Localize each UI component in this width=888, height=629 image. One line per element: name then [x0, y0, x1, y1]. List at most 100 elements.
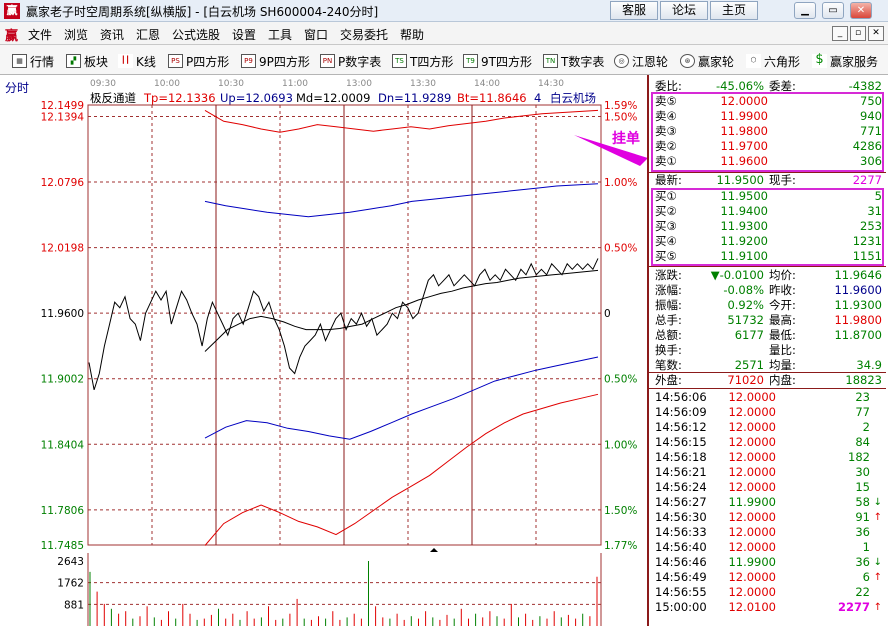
mdi-minimize-icon[interactable]: _ [832, 26, 848, 41]
tick-row: 14:56:24 12.0000 15 [655, 480, 870, 494]
price-tick-label: 11.9002 [41, 374, 84, 386]
tool-gann-wheel[interactable]: ◎ 江恩轮 [614, 52, 668, 70]
quote-panel: 委比: -45.06% 委差: -4382 卖⑤ 12.0000 750 卖④ 11.9… [647, 75, 888, 626]
tick-row: 14:56:49 12.0000 6 ↑ [655, 570, 882, 584]
time-label: 13:30 [410, 79, 436, 89]
percent-tick-label: 1.50% [604, 505, 637, 517]
latest-row: 最新: 11.9500 现手: 2277 [655, 173, 882, 187]
indicator-name: 极反通道 [90, 91, 136, 105]
indicator-count: 4 [534, 91, 541, 105]
wheel2-icon: ⊛ [680, 54, 695, 68]
menu-window[interactable]: 窗口 [304, 26, 328, 43]
time-label: 11:00 [282, 79, 308, 89]
buy-level-1: 买① 11.9500 5 [655, 189, 882, 203]
price-tick-label: 12.1394 [41, 112, 85, 124]
sell-level-2: 卖② 11.9700 4286 [655, 139, 882, 153]
lower-blue-band-line [204, 356, 599, 440]
price-tick-label: 11.8404 [41, 439, 85, 451]
buy-level-4: 买④ 11.9200 1231 [655, 234, 882, 248]
tool-service[interactable]: $ 赢家服务 [812, 52, 878, 70]
menu-help[interactable]: 帮助 [400, 26, 424, 43]
indicator-bt: Bt=11.8646 [457, 91, 527, 105]
tool-9p-square[interactable]: P9 9P四方形 [241, 52, 310, 70]
time-label: 14:00 [474, 79, 500, 89]
volume-tick-label: 881 [64, 599, 84, 611]
stat-row: 换手: 量比: [655, 343, 796, 357]
percent-tick-label: 0 [604, 308, 611, 320]
tick-row: 14:56:40 12.0000 1 [655, 540, 870, 554]
menu-browse[interactable]: 浏览 [64, 26, 88, 43]
tick-row: 14:56:09 12.0000 77 [655, 405, 870, 419]
intraday-chart-panel[interactable]: 分时 09:30 10:00 10:30 11:00 13:00 13:30 14:00 14… [0, 75, 648, 626]
ps-icon: PS [168, 54, 183, 68]
price-tick-label: 12.0796 [41, 177, 85, 189]
tool-t-table[interactable]: TN T数字表 [543, 52, 604, 70]
stat-row: 振幅: 0.92% 今开: 11.9300 [655, 298, 882, 312]
tick-row: 15:00:00 12.0100 2277 ↑ [655, 600, 882, 614]
sell-level-3: 卖③ 11.9800 771 [655, 124, 882, 138]
tool-quotes[interactable]: ▦ 行情 [12, 52, 54, 70]
p9-icon: P9 [241, 54, 256, 68]
tool-sectors[interactable]: ▞ 板块 [66, 52, 108, 70]
percent-tick-label: 1.50% [604, 112, 637, 124]
tool-9t-square[interactable]: T9 9T四方形 [463, 52, 532, 70]
menu-logo-icon: 赢 [5, 29, 19, 44]
menu-huien[interactable]: 汇恩 [136, 26, 160, 43]
buy-level-2: 买② 11.9400 31 [655, 204, 882, 218]
restore-icon[interactable]: ▭ [822, 2, 844, 19]
homepage-button[interactable]: 主页 [710, 1, 758, 20]
menu-formula[interactable]: 公式选股 [172, 26, 220, 43]
minimize-icon[interactable]: ▁ [794, 2, 816, 19]
tick-row: 14:56:15 12.0000 84 [655, 435, 870, 449]
price-tick-label: 11.7485 [41, 540, 84, 552]
tick-direction-icon: ↓ [873, 557, 882, 568]
buy-level-5: 买⑤ 11.9100 1151 [655, 249, 882, 263]
volume-tick-label: 1762 [57, 578, 84, 590]
grid-icon: ▦ [12, 54, 27, 68]
indicator-dn: Dn=11.9289 [378, 91, 451, 105]
indicator-up: Up=12.0693 [220, 91, 293, 105]
sell-level-1: 卖① 11.9600 306 [655, 154, 882, 168]
menu-settings[interactable]: 设置 [232, 26, 256, 43]
menu-tools[interactable]: 工具 [268, 26, 292, 43]
tool-p-square[interactable]: PS P四方形 [168, 52, 229, 70]
ts-icon: TS [392, 54, 407, 68]
upper-red-band-line [204, 109, 599, 133]
tool-winner-wheel[interactable]: ⊛ 赢家轮 [680, 52, 734, 70]
tick-row: 14:56:55 12.0000 22 [655, 585, 870, 599]
intraday-chart[interactable]: 分时 09:30 10:00 10:30 11:00 13:00 13:30 14:00 14… [0, 75, 648, 626]
forum-button[interactable]: 论坛 [660, 1, 708, 20]
time-label: 14:30 [538, 79, 564, 89]
customer-service-button[interactable]: 客服 [610, 1, 658, 20]
candles-icon: ┃┃ [118, 54, 133, 68]
time-label: 09:30 [90, 79, 116, 89]
close-icon[interactable]: ✕ [850, 2, 872, 19]
pn-icon: PN [320, 54, 335, 68]
menu-file[interactable]: 文件 [28, 26, 52, 43]
tool-kline[interactable]: ┃┃ K线 [118, 52, 156, 70]
time-marker-icon [430, 548, 438, 552]
chart-mode-label: 分时 [5, 81, 29, 95]
toolbar: ▦ 行情 ▞ 板块 ┃┃ K线 PS P四方形 P9 9P四方形 PN P数字表 TS T四方… [0, 45, 888, 75]
sell-level-4: 卖④ 11.9900 940 [655, 109, 882, 123]
tick-row: 14:56:06 12.0000 23 [655, 390, 870, 404]
tool-p-table[interactable]: PN P数字表 [320, 52, 381, 70]
tick-direction-icon: ↑ [873, 602, 882, 613]
stat-row: 涨跌: ▼-0.0100 均价: 11.9646 [655, 268, 882, 282]
mdi-close-icon[interactable]: ✕ [868, 26, 884, 41]
order-book-annotation: 挂单 [612, 130, 640, 147]
tick-row: 14:56:21 12.0000 30 [655, 465, 870, 479]
stat-row: 涨幅: -0.08% 昨收: 11.9600 [655, 283, 882, 297]
menu-info[interactable]: 资讯 [100, 26, 124, 43]
price-tick-label: 12.0198 [41, 243, 84, 255]
menu-trade[interactable]: 交易委托 [340, 26, 388, 43]
price-tick-label: 11.7806 [41, 505, 85, 517]
tool-t-square[interactable]: TS T四方形 [392, 52, 453, 70]
indicator-stock: 白云机场 [550, 91, 596, 105]
time-label: 10:00 [154, 79, 180, 89]
mdi-restore-icon[interactable]: ▫ [850, 26, 866, 41]
tool-hexagon[interactable]: ⬡ 六角形 [746, 52, 800, 70]
app-logo-icon: 赢 [4, 3, 20, 19]
outer-inner-row: 外盘: 71020 内盘: 18823 [655, 373, 882, 387]
percent-tick-label: 0.50% [604, 374, 637, 386]
